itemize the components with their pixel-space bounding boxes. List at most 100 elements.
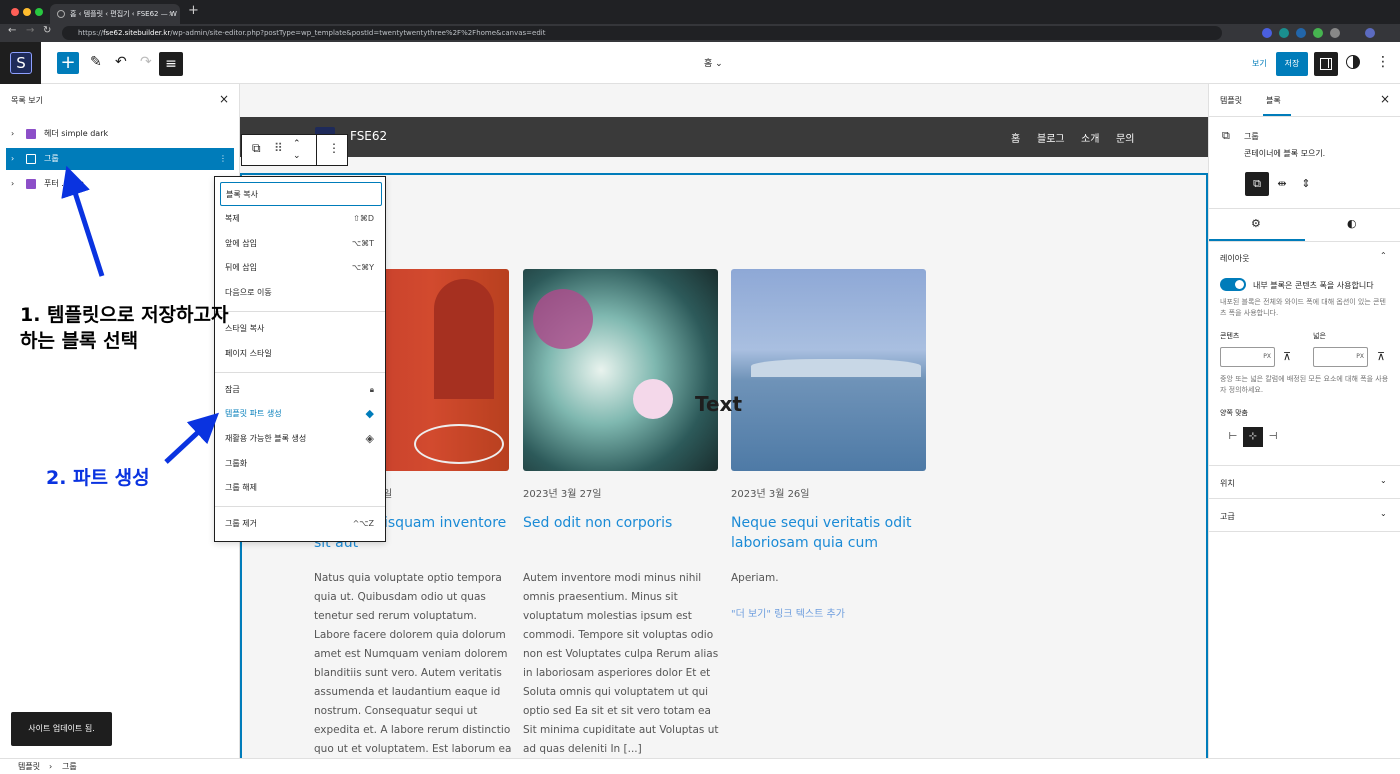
menu-item-move-to[interactable]: 다음으로 이동 (215, 281, 385, 305)
advanced-panel-title[interactable]: 고급 (1220, 511, 1235, 522)
list-item-label: 푸터 ... ofo (44, 179, 85, 188)
gear-icon[interactable]: ⚙ (1251, 217, 1261, 230)
content-width-label: 콘텐츠 (1220, 332, 1240, 340)
layout-panel-title[interactable]: 레이아웃 (1220, 253, 1249, 264)
snackbar-notice[interactable]: 사이트 업데이트 됨. (11, 712, 112, 746)
extension-icon[interactable] (1296, 28, 1306, 38)
menu-item-copy-styles[interactable]: 스타일 복사 (215, 317, 385, 341)
pencil-icon[interactable]: ✎ (90, 54, 102, 70)
editor-header: S + ✎ ↶ ↷ ≡ 홈 ⌄ 보기 저장 ⋮ (0, 42, 1400, 84)
extension-icon[interactable] (1262, 28, 1272, 38)
site-logo-icon: S (10, 52, 32, 74)
menu-item-create-template-part[interactable]: 템플릿 파트 생성 ◆ (215, 402, 385, 426)
site-header[interactable]: FSE62 홈 블로그 소개 문의 (240, 117, 1208, 157)
menu-item-group[interactable]: 그룹화 (215, 452, 385, 476)
extension-icon[interactable] (1279, 28, 1289, 38)
options-icon[interactable]: ⋮ (219, 148, 227, 170)
template-part-icon (26, 129, 36, 139)
menu-item-ungroup[interactable]: 그룹 해제 (215, 476, 385, 500)
wide-width-icon: ⊼ (1377, 350, 1386, 363)
extension-icon[interactable] (1313, 28, 1323, 38)
menu-item-insert-before[interactable]: 앞에 삽입 ⌥⌘T (215, 232, 385, 256)
nav-item-blog[interactable]: 블로그 (1037, 130, 1065, 145)
styles-contrast-icon[interactable] (1346, 55, 1360, 69)
block-options-icon[interactable]: ⋮ (328, 141, 340, 155)
post-featured-image[interactable] (523, 269, 718, 471)
chevron-down-icon[interactable]: ⌄ (1380, 476, 1387, 485)
list-item[interactable]: › 푸터 ... ofo (6, 173, 234, 195)
add-block-button[interactable]: + (57, 52, 79, 74)
group-variation-button[interactable]: ⧉ (1245, 172, 1269, 196)
back-icon[interactable]: ← (8, 25, 16, 36)
post-featured-image[interactable] (731, 269, 926, 471)
close-tab-icon[interactable]: × (168, 4, 174, 24)
group-block-icon[interactable]: ⧉ (252, 141, 261, 156)
undo-icon[interactable]: ↶ (115, 54, 127, 70)
redo-icon[interactable]: ↷ (140, 54, 152, 70)
breadcrumb-item[interactable]: 템플릿 (18, 759, 40, 774)
menu-item-remove-group[interactable]: 그룹 제거 ^⌥Z (215, 512, 385, 536)
post-excerpt: Autem inventore modi minus nihil omnis p… (523, 572, 719, 755)
wide-width-input[interactable]: PX (1313, 347, 1368, 367)
stack-variation-button[interactable]: ⇕ (1294, 172, 1318, 196)
reload-icon[interactable]: ↻ (43, 25, 51, 36)
justify-center-icon[interactable]: ⊹ (1243, 427, 1263, 447)
new-tab-icon[interactable]: + (188, 3, 199, 18)
nav-item-contact[interactable]: 문의 (1116, 130, 1134, 145)
view-button[interactable]: 보기 (1252, 58, 1267, 69)
url-field[interactable]: https://fse62.sitebuilder.kr/wp-admin/si… (62, 26, 1222, 40)
close-window-icon[interactable] (11, 8, 19, 16)
minimize-window-icon[interactable] (23, 8, 31, 16)
drag-handle-icon[interactable]: ⠿ (274, 141, 283, 155)
menu-item-copy-block[interactable]: 블록 복사 (220, 182, 382, 206)
menu-item-insert-after[interactable]: 뒤에 삽입 ⌥⌘Y (215, 256, 385, 280)
browser-tab[interactable]: 홈 ‹ 템플릿 ‹ 편집기 ‹ FSE62 — W × (50, 4, 180, 24)
nav-item-home[interactable]: 홈 (1011, 130, 1020, 145)
menu-divider (215, 372, 385, 373)
bicycle-shape (414, 424, 504, 464)
close-icon[interactable]: × (1380, 92, 1390, 106)
row-variation-button[interactable]: ⇹ (1270, 172, 1294, 196)
chevron-right-icon[interactable]: › (11, 173, 14, 195)
close-icon[interactable]: × (219, 92, 229, 106)
toggle-label: 내부 블록은 콘텐츠 폭을 사용합니다 (1253, 281, 1374, 290)
inner-blocks-toggle[interactable] (1220, 278, 1246, 291)
list-item-selected[interactable]: › 그룹 ⋮ (6, 148, 234, 170)
puzzle-icon[interactable] (1330, 28, 1340, 38)
settings-toggle-button[interactable] (1314, 52, 1338, 76)
document-title-dropdown[interactable]: 홈 ⌄ (704, 56, 723, 69)
list-view-button[interactable]: ≡ (159, 52, 183, 76)
divider (1209, 241, 1400, 242)
nav-item-about[interactable]: 소개 (1081, 130, 1099, 145)
justify-left-icon[interactable]: ⊢ (1223, 427, 1243, 447)
url-scheme: https:// (78, 29, 104, 37)
breadcrumb-item[interactable]: 그룹 (62, 759, 77, 774)
chevron-right-icon[interactable]: › (11, 123, 14, 145)
list-item[interactable]: › 헤더 simple dark (6, 123, 234, 145)
contrast-icon[interactable]: ◐ (1347, 217, 1357, 230)
menu-item-lock[interactable]: 잠금 🔒︎ (215, 378, 385, 402)
move-up-down-icon[interactable]: ⌃ ⌄ (293, 138, 301, 162)
post-title[interactable]: Sed odit non corporis (523, 513, 723, 533)
chevron-right-icon[interactable]: › (11, 148, 14, 170)
chevron-down-icon[interactable]: ⌄ (1380, 509, 1387, 518)
maximize-window-icon[interactable] (35, 8, 43, 16)
menu-item-duplicate[interactable]: 복제 ⇧⌘D (215, 207, 385, 231)
profile-icon[interactable] (1365, 28, 1375, 38)
chevron-up-icon[interactable]: ⌃ (1380, 251, 1387, 260)
tab-block[interactable]: 블록 (1266, 95, 1281, 106)
menu-item-paste-styles[interactable]: 페이지 스타일 (215, 342, 385, 366)
menu-item-create-reusable[interactable]: 재활용 가능한 블록 생성 ◈ (215, 427, 385, 451)
tab-template[interactable]: 템플릿 (1220, 95, 1242, 106)
post-title[interactable]: Neque sequi veritatis odit laboriosam qu… (731, 513, 931, 553)
position-panel-title[interactable]: 위치 (1220, 478, 1235, 489)
justify-right-icon[interactable]: ⊣ (1263, 427, 1283, 447)
site-title[interactable]: FSE62 (350, 129, 387, 143)
save-button[interactable]: 저장 (1276, 52, 1308, 76)
more-options-icon[interactable]: ⋮ (1376, 54, 1390, 70)
content-width-input[interactable]: PX (1220, 347, 1275, 367)
address-bar-row: ← → ↻ https://fse62.sitebuilder.kr/wp-ad… (0, 24, 1400, 42)
read-more-link[interactable]: "더 보기" 링크 텍스트 추가 (731, 605, 845, 620)
site-icon-button[interactable]: S (0, 42, 41, 84)
forward-icon[interactable]: → (26, 25, 34, 36)
